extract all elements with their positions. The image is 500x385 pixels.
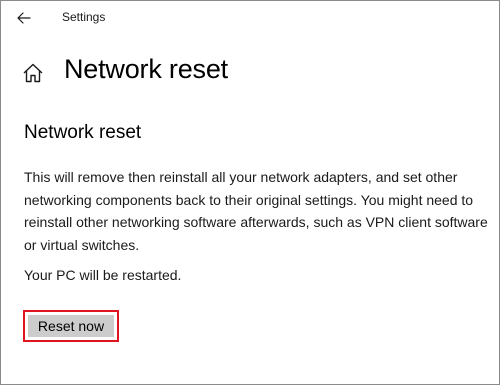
home-button[interactable] xyxy=(22,62,44,84)
home-icon xyxy=(23,63,43,83)
back-arrow-icon xyxy=(17,12,31,24)
window-title: Settings xyxy=(62,10,106,24)
page-title: Network reset xyxy=(64,54,228,84)
section-title: Network reset xyxy=(24,122,142,143)
restart-note: Your PC will be restarted. xyxy=(24,267,182,283)
reset-now-label: Reset now xyxy=(28,315,114,337)
title-bar: Settings xyxy=(1,1,500,35)
reset-description: This will remove then reinstall all your… xyxy=(24,169,488,253)
reset-now-button[interactable]: Reset now xyxy=(23,310,119,342)
settings-window: Settings Network reset Network reset Thi… xyxy=(0,0,500,385)
back-button[interactable] xyxy=(11,7,37,29)
